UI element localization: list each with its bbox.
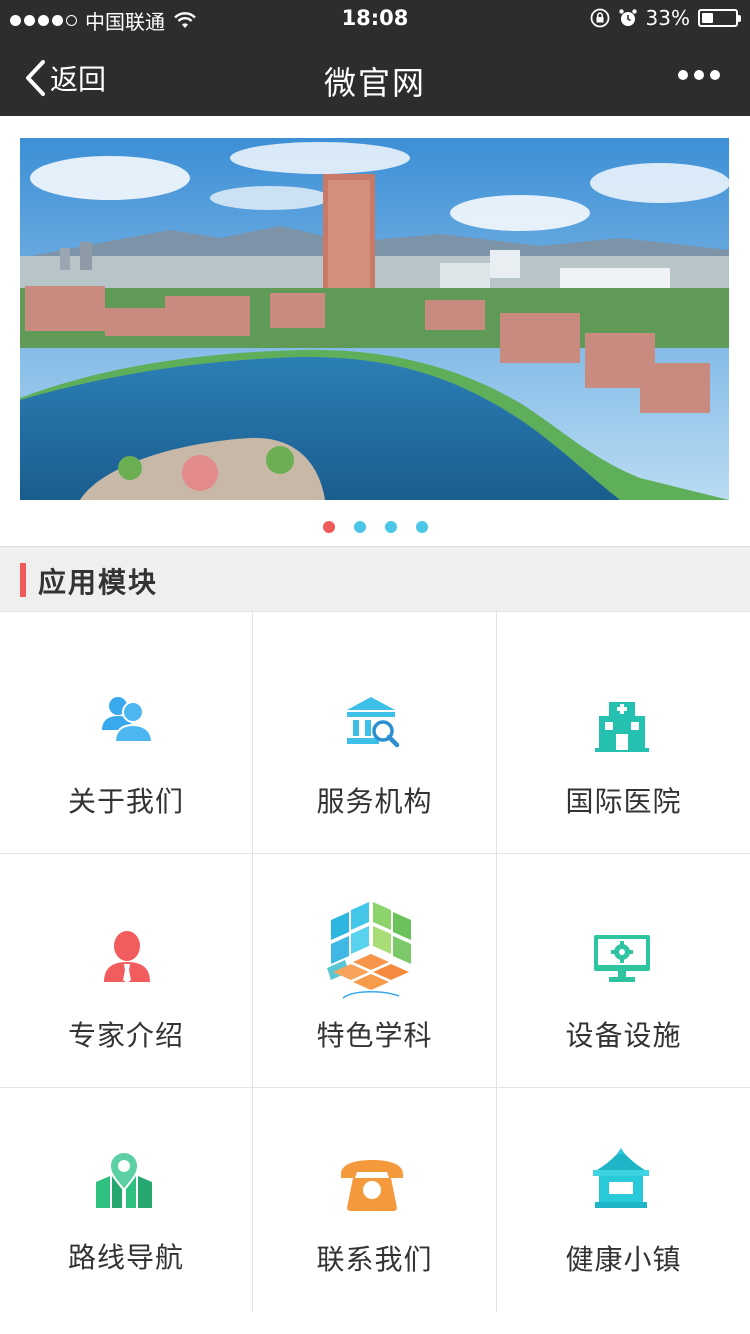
grid-divider: [252, 612, 253, 1312]
hospital-icon: [595, 702, 649, 752]
module-label: 路线导航: [67, 1241, 184, 1274]
carousel-dot[interactable]: [353, 521, 366, 533]
battery-percent: 33%: [645, 6, 690, 30]
more-dot-icon: [694, 70, 704, 80]
status-bar: 中国联通 18:08 33%: [0, 0, 750, 40]
module-contact-us[interactable]: 联系我们: [253, 1088, 496, 1312]
module-equipment[interactable]: 设备设施: [497, 854, 750, 1087]
monitor-gear-icon: [594, 935, 650, 982]
module-label: 联系我们: [316, 1243, 433, 1276]
module-label: 专家介绍: [67, 1019, 184, 1052]
section-accent-bar: [20, 563, 26, 597]
more-dot-icon: [678, 70, 688, 80]
status-right: 33%: [590, 6, 741, 30]
carousel-dot[interactable]: [415, 521, 428, 533]
users-icon: [102, 697, 153, 743]
carousel-dot[interactable]: [322, 521, 335, 533]
module-label: 服务机构: [316, 785, 433, 818]
section-title: 应用模块: [38, 566, 159, 599]
module-label: 关于我们: [67, 785, 184, 818]
module-label: 设备设施: [565, 1019, 682, 1052]
module-service-institutions[interactable]: 服务机构: [253, 612, 496, 853]
module-label: 国际医院: [565, 785, 682, 818]
module-label: 特色学科: [316, 1019, 433, 1052]
expert-icon: [104, 931, 150, 983]
module-grid: 关于我们 服务机构 国际医院 专家介绍 特色学科 设备设施 路线导航 联系我们 …: [0, 612, 750, 1312]
alarm-icon: [618, 9, 637, 26]
module-about-us[interactable]: 关于我们: [0, 612, 252, 853]
institution-search-icon: [347, 697, 400, 748]
more-options-button[interactable]: [678, 70, 720, 80]
module-label: 健康小镇: [565, 1243, 682, 1276]
module-health-town[interactable]: 健康小镇: [497, 1088, 750, 1312]
section-header: 应用模块: [0, 546, 750, 612]
banner-carousel: [0, 116, 750, 546]
more-dot-icon: [710, 70, 720, 80]
map-pin-icon: [96, 1151, 152, 1208]
carousel-dot[interactable]: [384, 521, 397, 533]
telephone-icon: [341, 1160, 403, 1211]
campus-photo: [20, 138, 729, 500]
navigation-bar: 返回 微官网: [0, 40, 750, 116]
carousel-pager: [0, 521, 750, 533]
module-experts[interactable]: 专家介绍: [0, 854, 252, 1087]
battery-icon: [698, 9, 741, 27]
grid-divider: [496, 612, 497, 1312]
cube-icon: [327, 902, 411, 999]
page-title: 微官网: [323, 64, 426, 102]
module-international-hospital[interactable]: 国际医院: [497, 612, 750, 853]
pavilion-icon: [593, 1148, 649, 1208]
module-featured-disciplines[interactable]: 特色学科: [253, 854, 496, 1087]
banner-image[interactable]: [20, 138, 729, 500]
module-route-navigation[interactable]: 路线导航: [0, 1088, 252, 1312]
orientation-lock-icon: [590, 8, 609, 28]
